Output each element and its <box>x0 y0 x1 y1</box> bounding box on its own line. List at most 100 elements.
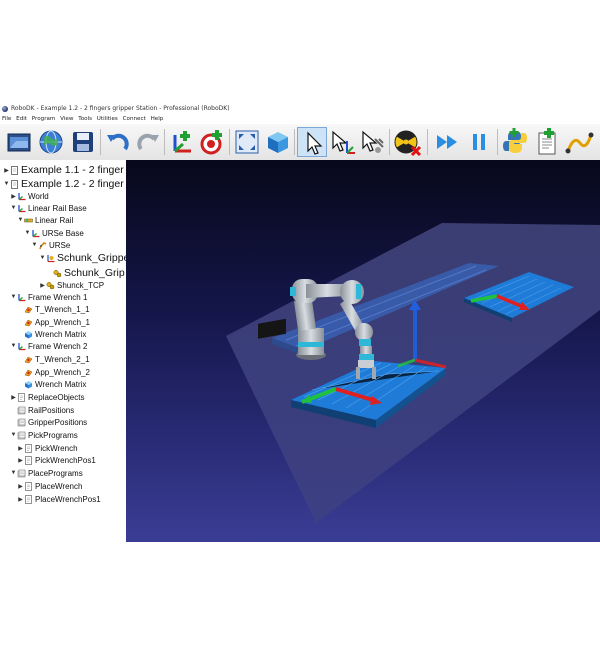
collapse-arrow-icon[interactable]: ▼ <box>24 230 31 236</box>
save-button[interactable] <box>68 127 98 157</box>
expand-arrow-icon[interactable]: ▶ <box>17 457 24 464</box>
tree-item-label: World <box>28 191 49 201</box>
python-button[interactable] <box>500 127 530 157</box>
tree-item[interactable]: Wrench Matrix <box>17 328 86 340</box>
menu-help[interactable]: Help <box>151 114 164 124</box>
path-button[interactable] <box>564 127 594 157</box>
tree-item[interactable]: ▼ Frame Wrench 1 <box>10 291 88 303</box>
add-target-button[interactable] <box>197 127 227 157</box>
tree-item[interactable]: T_Wrench_2_1 <box>17 353 90 365</box>
open-button[interactable] <box>4 127 34 157</box>
tree-item[interactable]: ▼ Frame Wrench 2 <box>10 340 88 352</box>
folder-icon <box>17 431 26 440</box>
tree-item[interactable]: ▶ PickWrenchPos1 <box>17 454 96 466</box>
menu-connect[interactable]: Connect <box>123 114 146 124</box>
tree-item[interactable]: ▼ URSe Base <box>24 227 84 239</box>
frame-icon <box>17 204 26 213</box>
add-reference-frame-button[interactable] <box>167 127 197 157</box>
select-cursor-button[interactable] <box>297 127 327 157</box>
pause-button[interactable] <box>464 127 494 157</box>
gripper-icon <box>46 281 55 290</box>
expand-arrow-icon[interactable]: ▶ <box>17 445 24 452</box>
tree-item[interactable]: ▶ ReplaceObjects <box>10 391 84 403</box>
iso-view-button[interactable] <box>262 127 292 157</box>
tree-item[interactable]: ▼ Example 1.2 - 2 finger <box>3 177 124 191</box>
move-reference-button[interactable] <box>327 127 357 157</box>
tree-item-label: Example 1.2 - 2 finger <box>21 178 124 190</box>
collision-check-button[interactable] <box>392 127 422 157</box>
tree-item-label: Linear Rail <box>35 215 74 225</box>
collapse-arrow-icon[interactable]: ▼ <box>10 343 17 349</box>
menu-utilities[interactable]: Utilities <box>97 114 118 124</box>
expand-arrow-icon[interactable]: ▶ <box>10 394 17 401</box>
frame-icon <box>17 342 26 351</box>
select-cursor-icon <box>307 131 323 155</box>
folder-icon <box>17 469 26 478</box>
menu-tools[interactable]: Tools <box>78 114 92 124</box>
rail-icon <box>24 216 33 225</box>
expand-arrow-icon[interactable]: ▶ <box>17 483 24 490</box>
tree-item-label: T_Wrench_2_1 <box>35 354 90 364</box>
tree-item[interactable]: ▶ PickWrench <box>17 442 77 454</box>
tree-item[interactable]: App_Wrench_2 <box>17 366 90 378</box>
tree-item[interactable]: Schunk_Grip <box>46 266 125 280</box>
tree-item-label: PickPrograms <box>28 430 78 440</box>
menu-edit[interactable]: Edit <box>16 114 27 124</box>
move-tool-button[interactable] <box>357 127 387 157</box>
3d-viewport[interactable] <box>126 160 600 542</box>
tree-item[interactable]: T_Wrench_1_1 <box>17 303 90 315</box>
tree-item[interactable]: ▼ Schunk_Grippе <box>39 251 126 265</box>
move-tool-icon <box>362 130 384 153</box>
tree-item[interactable]: ▼ URSe <box>31 239 71 251</box>
fast-simulation-button[interactable] <box>432 127 462 157</box>
collapse-arrow-icon[interactable]: ▼ <box>10 294 17 300</box>
expand-arrow-icon[interactable]: ▶ <box>3 167 10 174</box>
tree-item[interactable]: App_Wrench_1 <box>17 316 90 328</box>
undo-button[interactable] <box>103 127 133 157</box>
collapse-arrow-icon[interactable]: ▼ <box>10 470 17 476</box>
target-icon <box>24 355 33 364</box>
tree-item[interactable]: GripperPositions <box>10 416 87 428</box>
fit-all-button[interactable] <box>232 127 262 157</box>
tree-item-label: PlacePrograms <box>28 468 83 478</box>
3d-scene <box>226 223 600 523</box>
tree-item[interactable]: ▼ Linear Rail <box>17 214 74 226</box>
menu-program[interactable]: Program <box>32 114 56 124</box>
station-icon <box>10 165 19 175</box>
collision-check-icon <box>394 130 422 157</box>
tree-item[interactable]: ▶ PlaceWrench <box>17 480 82 492</box>
toolbar-separator <box>229 129 230 155</box>
collapse-arrow-icon[interactable]: ▼ <box>39 255 46 261</box>
pause-icon <box>473 134 485 150</box>
expand-arrow-icon[interactable]: ▶ <box>39 282 46 289</box>
tree-item[interactable]: ▶ World <box>10 190 49 202</box>
move-reference-icon <box>332 130 355 154</box>
tree-item[interactable]: ▶ PlaceWrenchPos1 <box>17 493 100 505</box>
expand-arrow-icon[interactable]: ▶ <box>17 496 24 503</box>
collapse-arrow-icon[interactable]: ▼ <box>10 205 17 211</box>
toolbar-separator <box>427 129 428 155</box>
menu-file[interactable]: File <box>2 114 11 124</box>
tree-item[interactable]: ▼ PlacePrograms <box>10 467 83 479</box>
collapse-arrow-icon[interactable]: ▼ <box>10 432 17 438</box>
expand-arrow-icon[interactable]: ▶ <box>10 193 17 200</box>
collapse-arrow-icon[interactable]: ▼ <box>31 242 38 248</box>
tree-item[interactable]: Wrench Matrix <box>17 378 86 390</box>
tree-item[interactable]: ▼ PickPrograms <box>10 429 78 441</box>
redo-button[interactable] <box>133 127 163 157</box>
station-tree: ▶ Example 1.1 - 2 finger ▼ Example 1.2 - 2 … <box>0 160 126 542</box>
tree-item[interactable]: ▶ Example 1.1 - 2 finger <box>3 163 124 177</box>
library-button[interactable] <box>36 127 66 157</box>
gripper-icon <box>53 269 62 278</box>
tree-item[interactable]: RailPositions <box>10 404 74 416</box>
tree-item[interactable]: ▼ Linear Rail Base <box>10 202 87 214</box>
toolbar-separator <box>294 129 295 155</box>
robodk-window: RoboDK - Example 1.2 - 2 fingers gripper… <box>0 104 600 542</box>
collapse-arrow-icon[interactable]: ▼ <box>3 181 10 187</box>
collapse-arrow-icon[interactable]: ▼ <box>17 217 24 223</box>
add-program-button[interactable] <box>532 127 562 157</box>
tree-item-label: RailPositions <box>28 405 75 415</box>
tool-frame-icon <box>46 254 55 263</box>
menu-view[interactable]: View <box>60 114 73 124</box>
tree-item[interactable]: ▶ Shunck_TCP <box>39 279 104 291</box>
